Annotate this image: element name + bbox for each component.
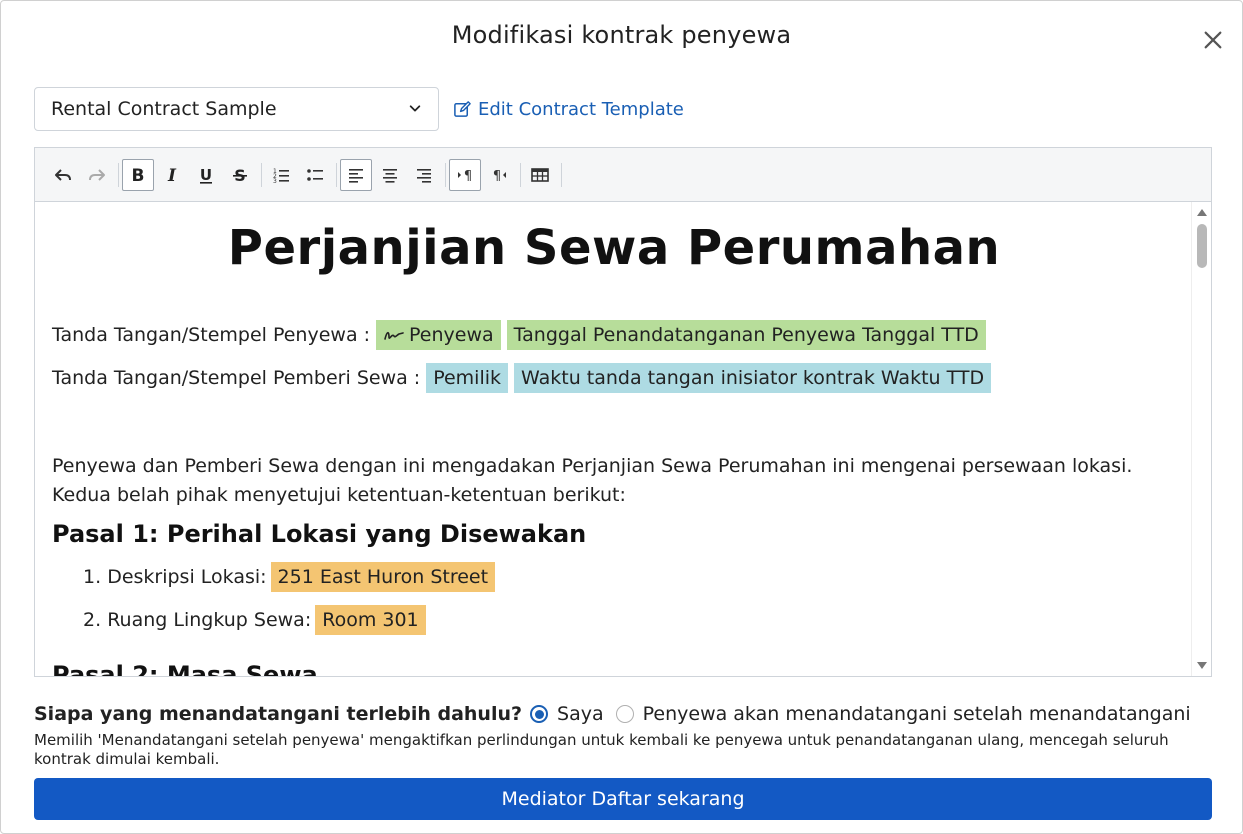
align-left-icon (349, 168, 363, 183)
section-2-heading: Pasal 2: Masa Sewa (52, 661, 318, 676)
bullet-list-icon (307, 168, 323, 181)
owner-signature-field[interactable]: Pemilik (426, 363, 509, 393)
radio-sign-first-me-label[interactable]: Saya (557, 703, 604, 725)
bold-button[interactable]: B (122, 158, 154, 191)
redo-button[interactable] (81, 159, 113, 191)
toolbar-separator (118, 162, 119, 187)
toolbar-separator (336, 162, 337, 187)
scroll-down-arrow-icon[interactable] (1192, 658, 1212, 674)
section-1-heading: Pasal 1: Perihal Lokasi yang Disewakan (52, 520, 587, 548)
edit-contract-template-label: Edit Contract Template (478, 98, 684, 120)
strikethrough-button[interactable]: S (224, 159, 256, 191)
toolbar-separator (520, 162, 521, 187)
list-item-label: Deskripsi Lokasi: (107, 566, 267, 588)
ltr-icon: ¶ (458, 169, 472, 184)
toolbar-separator (561, 162, 562, 187)
svg-text:¶: ¶ (493, 169, 501, 184)
modify-contract-modal: Modifikasi kontrak penyewa Rental Contra… (0, 0, 1243, 834)
template-select[interactable]: Rental Contract Sample (34, 87, 439, 131)
modal-title: Modifikasi kontrak penyewa (451, 21, 792, 49)
edit-contract-template-link[interactable]: Edit Contract Template (453, 99, 684, 120)
bullet-list-button[interactable] (299, 159, 331, 191)
editor-scrollbar[interactable] (1191, 202, 1211, 676)
editor-toolbar: B I U S 123 ¶ ¶ (35, 148, 1211, 202)
register-mediator-button[interactable]: Mediator Daftar sekarang (34, 778, 1212, 820)
owner-signature-line: Tanda Tangan/Stempel Pemberi Sewa : Pemi… (52, 363, 992, 393)
rtl-button[interactable]: ¶ (483, 159, 515, 191)
rental-scope-field[interactable]: Room 301 (315, 605, 426, 635)
ordered-list-button[interactable]: 123 (265, 159, 297, 191)
owner-signature-label: Tanda Tangan/Stempel Pemberi Sewa : (52, 367, 421, 389)
list-item-number: 2. (83, 609, 102, 631)
document-title: Perjanjian Sewa Perumahan (227, 220, 1001, 276)
italic-button[interactable]: I (156, 159, 188, 191)
tenant-signature-field-label: Penyewa (409, 324, 494, 346)
rtl-icon: ¶ (493, 169, 506, 184)
location-description-field[interactable]: 251 East Huron Street (270, 562, 496, 592)
signing-order-hint: Memilih 'Menandatangani setelah penyewa'… (34, 731, 1169, 768)
align-right-button[interactable] (408, 159, 440, 191)
undo-button[interactable] (47, 159, 79, 191)
signing-order-question: Siapa yang menandatangani terlebih dahul… (34, 703, 523, 725)
toolbar-separator (445, 162, 446, 187)
svg-text:3: 3 (273, 178, 277, 185)
intro-paragraph: Penyewa dan Pemberi Sewa dengan ini meng… (52, 455, 1133, 506)
scrollbar-thumb[interactable] (1197, 224, 1207, 268)
underline-icon: U (200, 166, 212, 184)
template-select-value: Rental Contract Sample (51, 98, 277, 120)
chevron-down-icon (408, 98, 422, 120)
list-item: 2. Ruang Lingkup Sewa: Room 301 (83, 605, 426, 635)
align-left-button[interactable] (340, 158, 372, 191)
list-item: 1. Deskripsi Lokasi: 251 East Huron Stre… (83, 562, 496, 592)
owner-time-field[interactable]: Waktu tanda tangan inisiator kontrak Wak… (514, 363, 992, 393)
signature-icon (384, 331, 404, 340)
svg-text:I: I (167, 166, 177, 185)
tenant-signature-label: Tanda Tangan/Stempel Penyewa : (52, 324, 371, 346)
edit-icon (454, 100, 471, 117)
strikethrough-icon: S (233, 166, 247, 185)
tenant-signature-field[interactable]: Penyewa (376, 320, 501, 350)
underline-button[interactable]: U (190, 159, 222, 191)
close-icon (1204, 31, 1222, 49)
tenant-date-field[interactable]: Tanggal Penandatanganan Penyewa Tanggal … (506, 320, 986, 350)
align-center-button[interactable] (374, 159, 406, 191)
radio-sign-first-me[interactable] (530, 705, 549, 723)
undo-icon (55, 168, 71, 181)
tenant-signature-line: Tanda Tangan/Stempel Penyewa : Penyewa T… (52, 320, 986, 350)
italic-icon: I (167, 166, 177, 185)
signing-order-row: Siapa yang menandatangani terlebih dahul… (34, 703, 1203, 725)
insert-table-button[interactable] (524, 159, 556, 191)
radio-tenant-sign-after-label[interactable]: Penyewa akan menandatangani setelah mena… (643, 703, 1191, 725)
editor-content[interactable]: Perjanjian Sewa Perumahan Tanda Tangan/S… (35, 202, 1193, 676)
svg-text:¶: ¶ (464, 169, 472, 184)
list-item-number: 1. (83, 566, 102, 588)
bold-icon: B (132, 166, 145, 185)
ordered-list-icon: 123 (273, 168, 289, 185)
radio-tenant-sign-after[interactable] (615, 705, 634, 723)
table-icon (531, 167, 549, 182)
scroll-up-arrow-icon[interactable] (1192, 204, 1212, 220)
svg-text:U: U (200, 166, 212, 184)
template-row: Rental Contract Sample Edit Contract Tem… (34, 87, 684, 131)
list-item-label: Ruang Lingkup Sewa: (107, 609, 312, 631)
align-center-icon (383, 168, 397, 183)
rich-text-editor: B I U S 123 ¶ ¶ Perjanjian Sewa Perumaha… (34, 147, 1212, 677)
toolbar-separator (261, 162, 262, 187)
svg-text:B: B (132, 166, 145, 185)
close-button[interactable] (1198, 25, 1228, 55)
ltr-button[interactable]: ¶ (449, 158, 481, 191)
align-right-icon (417, 168, 431, 183)
redo-icon (89, 168, 105, 181)
